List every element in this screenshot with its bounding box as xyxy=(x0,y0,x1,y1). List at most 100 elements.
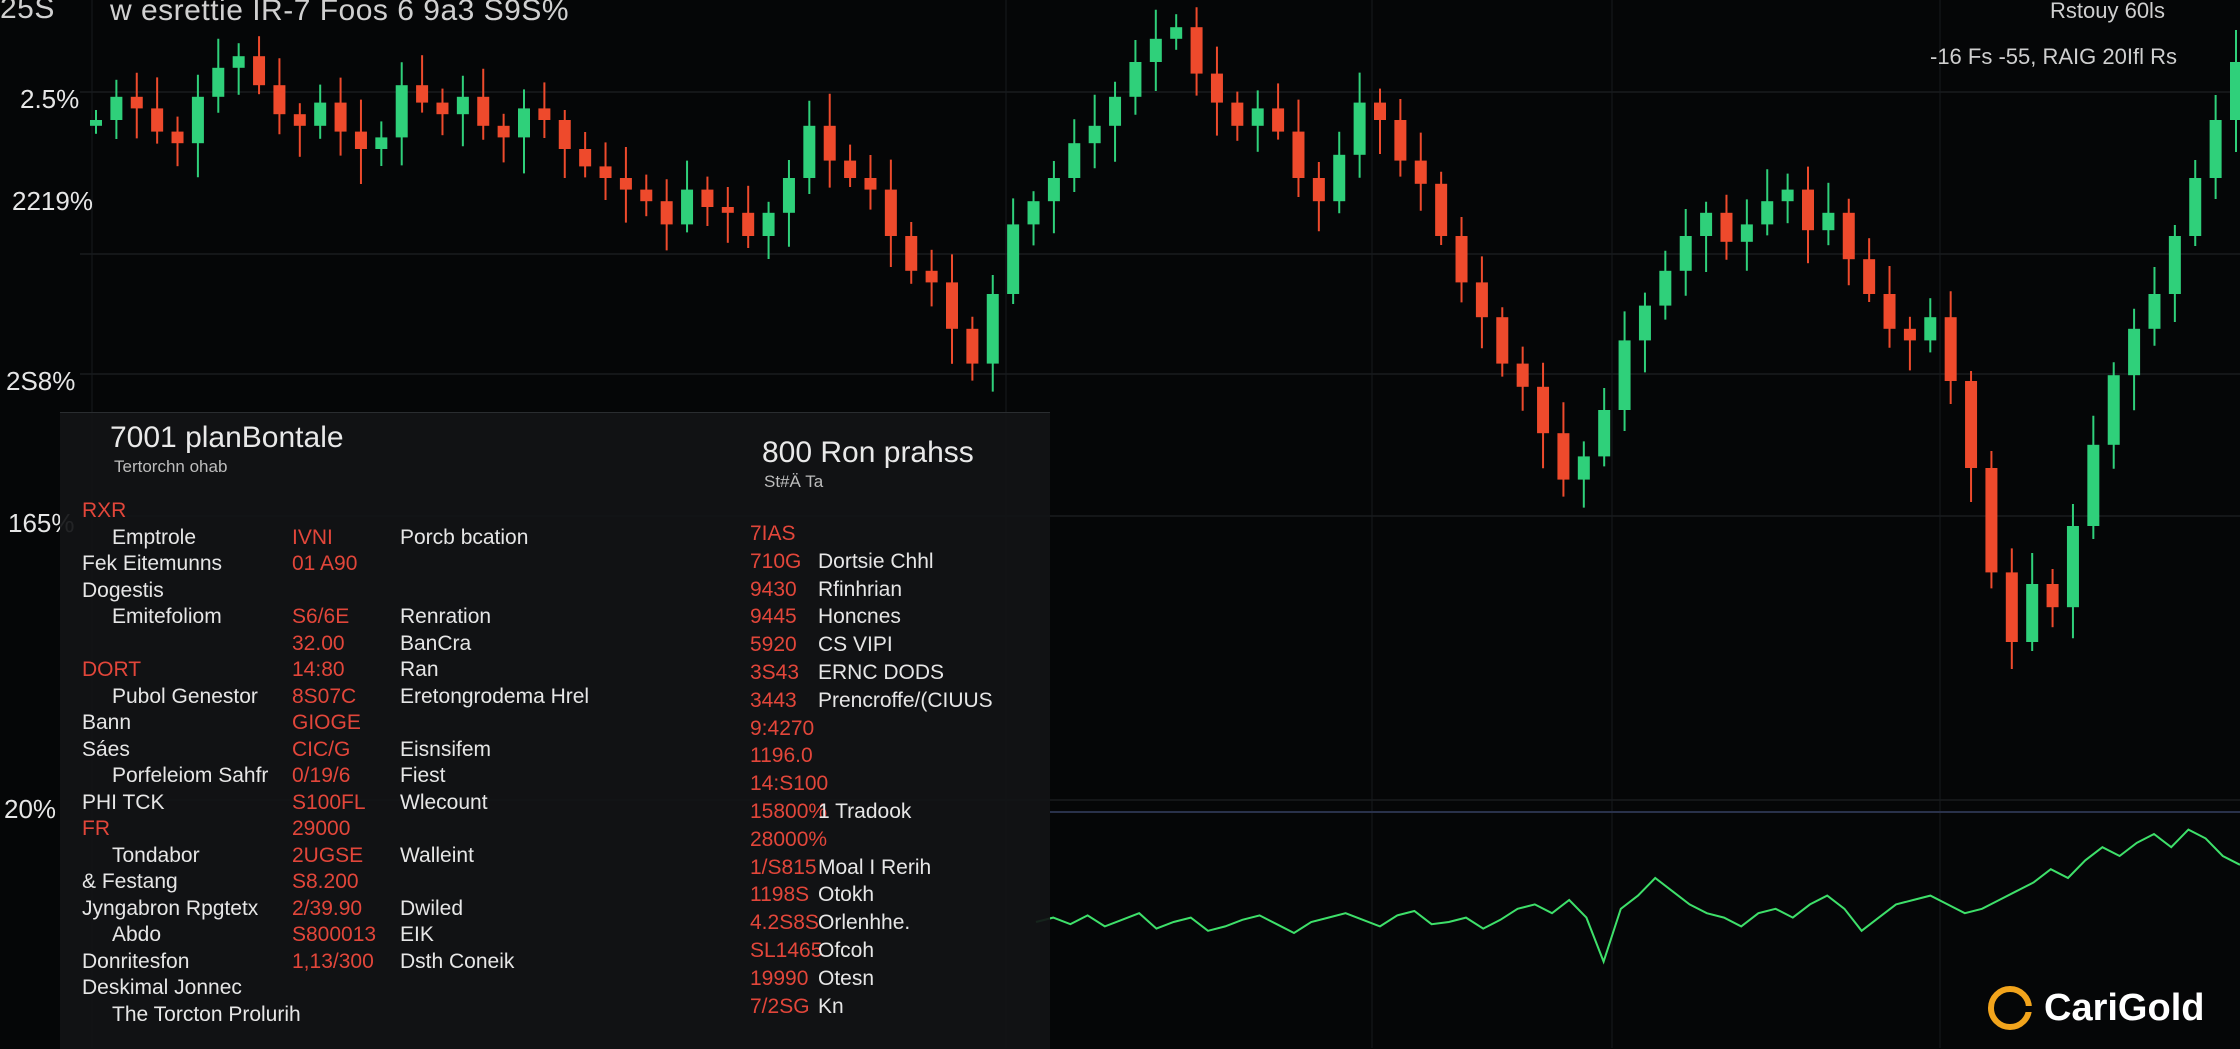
candle-body xyxy=(1190,27,1203,74)
candle-body xyxy=(1883,294,1896,329)
candle-body xyxy=(1129,62,1142,97)
top-right-sub-label: -16 Fs -55, RAIG 20Ifl Rs xyxy=(1930,44,2177,69)
candle-body xyxy=(2087,444,2100,526)
row-value: 8S07C xyxy=(292,684,357,708)
row-value: 15800% xyxy=(750,800,828,823)
candle-body xyxy=(1965,381,1978,468)
brand-name: CariGold xyxy=(2044,986,2205,1029)
candle-body xyxy=(986,294,999,364)
row-value: 29000 xyxy=(292,817,351,840)
candle-body xyxy=(1761,201,1774,225)
candle-body xyxy=(1007,224,1020,294)
row-value: S800013 xyxy=(292,923,377,946)
row-value: 3S43 xyxy=(750,661,800,684)
y-axis-label: 20% xyxy=(4,794,57,824)
candle-body xyxy=(1435,183,1448,236)
candle-body xyxy=(1659,270,1672,306)
row-label: The Torcton Prolurih xyxy=(112,1002,301,1026)
candle-body xyxy=(2209,120,2222,178)
row-label: RXR xyxy=(82,499,127,522)
row-label: Porfeleiom Sahfr xyxy=(112,764,269,787)
candle-body xyxy=(742,212,755,236)
candle-body xyxy=(212,67,225,97)
candle-body xyxy=(1740,224,1753,242)
row-value: 01 A90 xyxy=(292,552,358,575)
candle-body xyxy=(273,85,286,115)
row-detail: EIK xyxy=(400,923,434,946)
row-value: 9:4270 xyxy=(750,716,815,740)
row-detail: Dwiled xyxy=(400,896,464,920)
candle-body xyxy=(1068,143,1081,178)
row-label: Dogestis xyxy=(82,578,164,602)
candle-body xyxy=(599,166,612,178)
candle-body xyxy=(782,178,795,213)
candle-body xyxy=(416,85,429,103)
candle-body xyxy=(130,96,143,109)
candle-body xyxy=(701,189,714,207)
candle-body xyxy=(151,108,164,132)
row-label: Abdo xyxy=(112,923,162,946)
row-value: 1198S xyxy=(750,883,810,907)
row-detail: Kn xyxy=(818,994,844,1018)
candle-body xyxy=(110,96,123,120)
row-detail: Wlecount xyxy=(400,790,488,814)
panel-title: 7001 planBontale xyxy=(110,421,344,454)
row-value: 9430 xyxy=(750,577,797,601)
candle-body xyxy=(1679,236,1692,271)
candle-body xyxy=(1027,201,1040,225)
candle-body xyxy=(762,212,775,236)
candle-body xyxy=(2189,178,2202,236)
candle-body xyxy=(1802,189,1814,231)
candle-body xyxy=(191,96,204,144)
candle-body xyxy=(844,160,857,178)
candle-body xyxy=(946,282,958,329)
candle-body xyxy=(456,96,469,115)
candle-body xyxy=(477,96,490,126)
candle-body xyxy=(1537,386,1550,434)
candle-body xyxy=(90,120,102,126)
candle-body xyxy=(925,270,938,283)
candle-body xyxy=(905,236,918,271)
candle-body xyxy=(334,102,347,132)
row-value: S6/6E xyxy=(292,605,350,628)
candle-body xyxy=(1985,468,1998,573)
candle-body xyxy=(579,149,592,167)
candle-body xyxy=(1618,340,1631,410)
candle-body xyxy=(253,56,266,86)
candle-body xyxy=(518,108,530,138)
candle-body xyxy=(2107,375,2120,445)
row-value: 710G xyxy=(750,549,802,573)
row-value: S100FL xyxy=(292,790,366,814)
candle-body xyxy=(538,108,551,120)
top-left-label: 25S xyxy=(0,0,55,25)
row-detail: Dsth Coneik xyxy=(400,949,515,973)
candle-body xyxy=(2128,328,2141,376)
candle-body xyxy=(1700,212,1713,236)
top-right-label: Rstouy 60ls xyxy=(2050,0,2165,23)
candle-body xyxy=(232,56,245,68)
chart-title: w esrettie IR-7 Foos 6 9a3 S9S% xyxy=(110,0,570,27)
row-label: Pubol Genestor xyxy=(112,684,258,708)
row-detail: Honcnes xyxy=(818,605,901,629)
row-value: 7IAS xyxy=(750,522,796,545)
candle-body xyxy=(2230,62,2240,120)
row-detail: Walleint xyxy=(400,843,474,867)
row-value: 7/2SG xyxy=(750,994,810,1018)
candle-body xyxy=(497,125,510,138)
cg-logo-icon xyxy=(1988,986,2032,1030)
panel-subtitle: St#Ä Ta xyxy=(764,472,824,491)
candle-body xyxy=(823,125,836,161)
candle-body xyxy=(1109,96,1122,126)
candle-body xyxy=(1638,305,1651,341)
candle-body xyxy=(619,178,632,190)
row-value: GIOGE xyxy=(292,711,361,734)
row-value: 5920 xyxy=(750,633,797,657)
candle-body xyxy=(1374,102,1386,120)
row-value: IVNI xyxy=(292,525,333,549)
row-value: 0/19/6 xyxy=(292,764,351,787)
panel-subtitle: Tertorchn ohab xyxy=(114,457,228,476)
oscillator-line xyxy=(1035,828,2240,965)
row-value: 32.00 xyxy=(292,631,345,655)
row-detail: BanCra xyxy=(400,631,472,655)
row-label: Jyngabron Rpgtetx xyxy=(82,896,259,920)
